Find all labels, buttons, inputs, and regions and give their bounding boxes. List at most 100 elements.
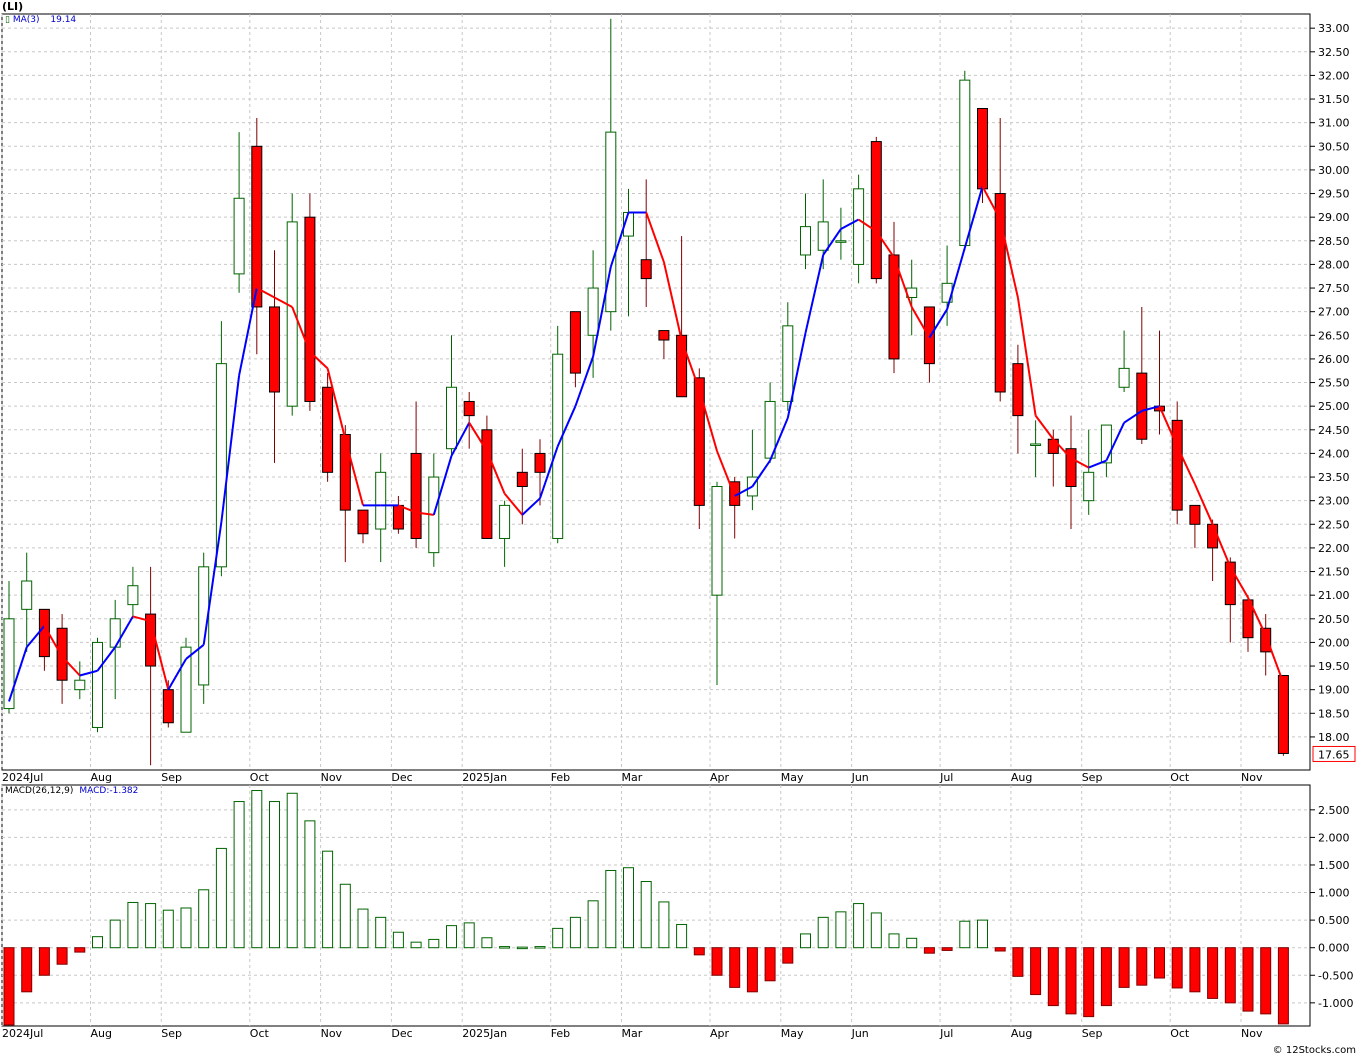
price-tick-label: 27.00 [1318, 306, 1350, 319]
price-month-label: Feb [551, 771, 570, 784]
macd-bar [3, 947, 15, 1026]
macd-month-label: Oct [250, 1027, 270, 1040]
macd-bar [693, 947, 705, 956]
candle-body [782, 325, 794, 402]
macd-bar [587, 900, 599, 949]
price-tick-label: 18.00 [1318, 731, 1350, 744]
macd-bar [1242, 947, 1254, 1012]
price-tick-label: 21.50 [1318, 566, 1350, 579]
macd-month-label: Sep [1082, 1027, 1103, 1040]
macd-legend-value: MACD:-1.382 [79, 786, 139, 796]
price-tick-label: 24.00 [1318, 447, 1350, 460]
candle-body [92, 641, 103, 728]
price-month-label: Nov [321, 771, 343, 784]
candle-body [21, 580, 33, 610]
macd-bar [676, 924, 688, 949]
price-month-label: Jun [851, 771, 869, 784]
macd-bar [977, 919, 988, 949]
macd-bar [375, 916, 387, 949]
price-tick-label: 28.50 [1318, 235, 1350, 248]
candle-body [835, 240, 847, 243]
macd-month-label: Feb [551, 1027, 570, 1040]
macd-tick-label: -1.000 [1318, 997, 1353, 1010]
macd-bar [1136, 947, 1148, 986]
macd-bar [1118, 947, 1130, 988]
price-tick-label: 30.50 [1318, 140, 1350, 153]
macd-bar [1189, 947, 1201, 993]
price-tick-label: 22.00 [1318, 542, 1350, 555]
price-tick-label: 33.00 [1318, 22, 1350, 35]
candle-body [215, 363, 227, 568]
ma-legend-value: 19.14 [50, 15, 77, 25]
candle-body [1207, 523, 1219, 549]
macd-bar [1012, 947, 1024, 977]
candle-body [888, 254, 900, 360]
candle-body [711, 486, 723, 596]
footer-credit[interactable]: © 12Stocks.com [1273, 1045, 1356, 1056]
macd-month-label: Nov [1241, 1027, 1263, 1040]
candle-body [693, 377, 705, 506]
macd-legend-label: MACD(26,12,9) [5, 786, 74, 796]
macd-bar [499, 946, 511, 949]
candle-body [3, 618, 15, 710]
macd-bar [729, 947, 741, 988]
macd-bar [180, 907, 192, 949]
macd-bar [552, 927, 564, 949]
macd-bar [764, 947, 776, 982]
macd-tick-label: 0.500 [1318, 914, 1350, 927]
price-tick-label: 18.50 [1318, 707, 1350, 720]
candle-body [339, 434, 351, 511]
macd-bar [481, 937, 493, 949]
candle-body [676, 334, 688, 398]
price-tick-label: 19.50 [1318, 660, 1350, 673]
macd-bar [516, 946, 528, 950]
price-month-label: Mar [622, 771, 643, 784]
price-month-label: Apr [710, 771, 730, 784]
macd-bar [1260, 947, 1272, 1015]
price-tick-label: 20.50 [1318, 613, 1350, 626]
macd-bar [1277, 947, 1289, 1025]
macd-bar [92, 936, 103, 949]
candle-body [251, 145, 263, 308]
macd-bar [428, 938, 440, 949]
macd-bar [1083, 947, 1095, 1018]
candle-body [1012, 363, 1024, 417]
price-month-label: Aug [1011, 771, 1032, 784]
price-tick-label: 21.00 [1318, 589, 1350, 602]
macd-month-label: Aug [1011, 1027, 1032, 1040]
candle-body [357, 509, 369, 535]
candle-body [74, 679, 86, 691]
candle-body [410, 452, 422, 539]
candle-body [304, 216, 316, 402]
macd-month-label: Jul [939, 1027, 953, 1040]
candle-body [392, 504, 404, 530]
macd-month-label: Jun [851, 1027, 869, 1040]
candle-body [959, 79, 971, 247]
stock-chart: 18.00 18.50 19.00 19.50 20.00 20.50 21.00 21.50… [0, 0, 1360, 1056]
candle-body [463, 400, 475, 417]
macd-bar [269, 801, 280, 949]
candle-body [977, 108, 988, 190]
macd-bar [127, 901, 139, 949]
macd-bar [38, 947, 50, 976]
macd-bar [304, 820, 316, 949]
candle-body [516, 471, 528, 488]
macd-bar [817, 916, 829, 949]
macd-bar [1171, 947, 1183, 989]
macd-tick-label: 2.500 [1318, 804, 1350, 817]
price-tick-label: 29.00 [1318, 211, 1350, 224]
candle-body [1171, 419, 1183, 511]
candle-body [658, 330, 670, 341]
price-tick-label: 29.50 [1318, 188, 1350, 201]
price-tick-label: 19.00 [1318, 684, 1350, 697]
ma-legend-label: MA(3) [12, 15, 40, 25]
price-tick-label: 20.00 [1318, 636, 1350, 649]
macd-tick-label: 1.000 [1318, 887, 1350, 900]
price-month-label: May [781, 771, 804, 784]
macd-bar [941, 947, 953, 951]
price-month-label: 2024Jul [2, 771, 43, 784]
candle-body [1100, 424, 1112, 464]
candle-body [1030, 443, 1042, 446]
ma-legend: ▯ MA(3) 19.14 [5, 15, 76, 25]
candle-body [817, 221, 829, 251]
